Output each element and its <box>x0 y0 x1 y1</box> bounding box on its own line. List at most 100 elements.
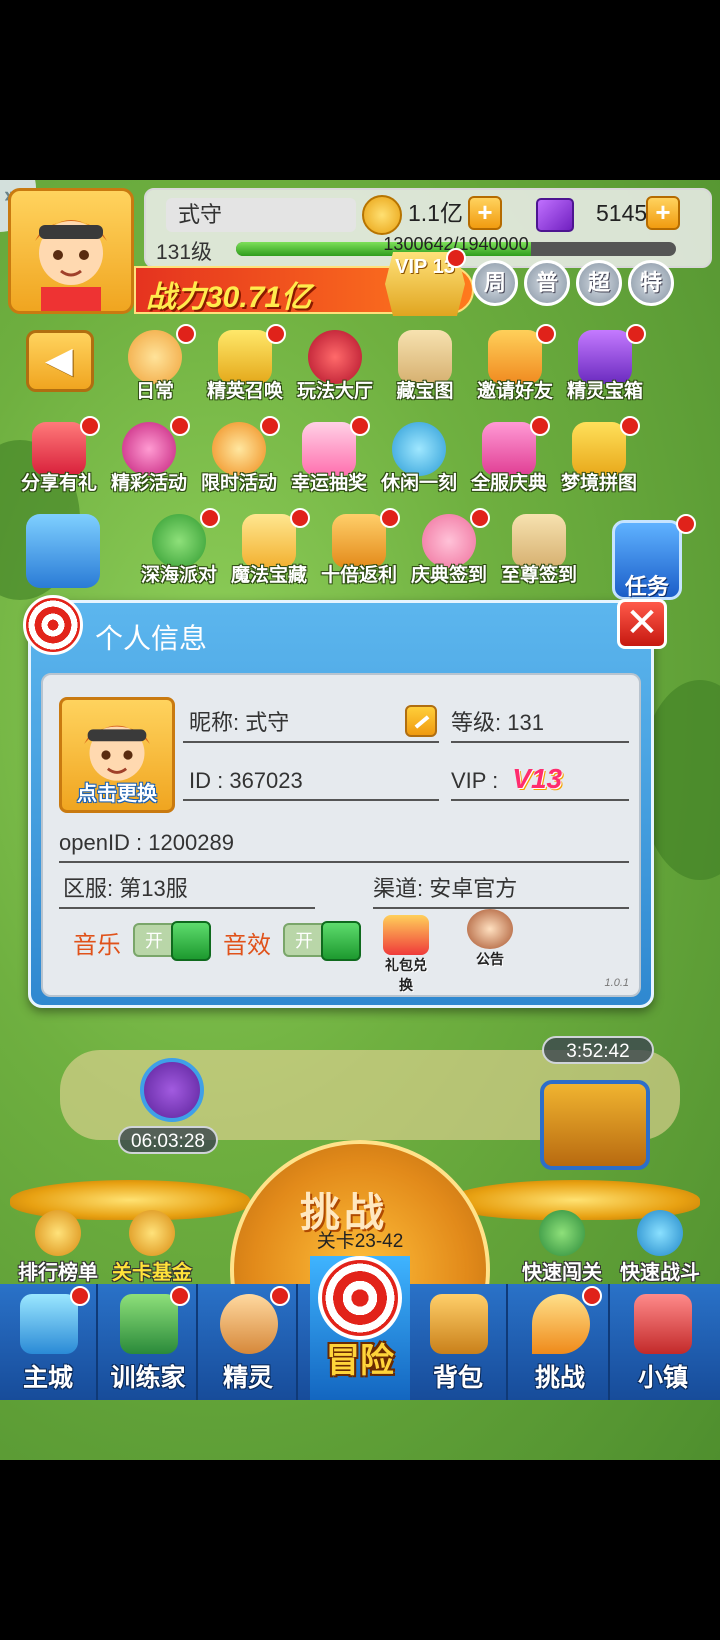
notification-dot <box>350 416 370 436</box>
music-toggle[interactable]: 开 <box>133 921 211 961</box>
notification-dot <box>70 1286 90 1306</box>
activity-dream-puzzle[interactable]: 梦境拼图 <box>554 416 644 502</box>
gift-icon <box>383 915 429 955</box>
activity-treasure-map[interactable]: 藏宝图 <box>380 330 470 410</box>
notification-dot <box>176 324 196 344</box>
coin-amount: 1.1亿 <box>408 200 463 226</box>
id-row: ID : 367023 <box>183 763 439 801</box>
activity-share-gift[interactable]: 分享有礼 <box>14 416 104 502</box>
nav-challenge[interactable]: 挑战 <box>512 1284 610 1400</box>
activity-invite-friends[interactable]: 邀请好友 <box>470 324 560 410</box>
fast-battle-button[interactable]: 快速战斗 <box>612 1210 708 1284</box>
notification-dot <box>80 416 100 436</box>
task-label: 任务 <box>624 574 669 599</box>
change-avatar-button[interactable]: 点击更换 <box>59 697 175 813</box>
activity-deep-sea-party[interactable]: 深海派对 <box>134 508 224 594</box>
alarm-clock-icon[interactable] <box>140 1058 204 1122</box>
activity-daily[interactable]: 日常 <box>110 324 200 410</box>
nav-adventure[interactable]: 冒险 <box>310 1256 410 1400</box>
player-level: 131级 <box>156 241 213 264</box>
edit-name-icon[interactable] <box>405 705 437 737</box>
notification-dot <box>530 416 550 436</box>
activity-first-charge[interactable] <box>18 514 108 594</box>
weekly-button[interactable]: 周 <box>472 260 518 306</box>
activity-supreme-signin[interactable]: 至尊签到 <box>494 514 584 594</box>
activity-leisure[interactable]: 休闲一刻 <box>374 422 464 502</box>
collapse-menu-button[interactable]: ◀ <box>26 330 94 392</box>
id-text: ID : 367023 <box>189 768 303 793</box>
info-panel: 点击更换 昵称: 式守 等级: 131 ID : 367023 VIP : V13… <box>41 673 641 997</box>
coin-icon <box>362 195 402 235</box>
nav-bag[interactable]: 背包 <box>410 1284 508 1400</box>
notification-dot <box>676 514 696 534</box>
vip-row: VIP : V13 <box>451 763 629 801</box>
nav-spirit[interactable]: 精灵 <box>200 1284 298 1400</box>
power-value: 战力30.71亿 <box>146 281 312 314</box>
activity-celebration-signin[interactable]: 庆典签到 <box>404 508 494 594</box>
notification-dot <box>536 324 556 344</box>
activity-limited-time[interactable]: 限时活动 <box>194 416 284 502</box>
server-row: 区服: 第13服 <box>59 871 315 909</box>
activity-tenfold-rebate[interactable]: 十倍返利 <box>314 508 404 594</box>
add-gems-button[interactable]: + <box>646 196 680 230</box>
activity-server-celebration[interactable]: 全服庆典 <box>464 416 554 502</box>
map-pin-icon <box>532 1294 590 1354</box>
stage-fund-button[interactable]: 关卡基金 <box>104 1210 200 1284</box>
normal-button[interactable]: 普 <box>524 260 570 306</box>
nav-main-city[interactable]: 主城 <box>0 1284 98 1400</box>
treasure-chest-icon[interactable] <box>540 1080 650 1170</box>
lightning-icon <box>637 1210 683 1256</box>
personal-info-dialog: 个人信息 ✕ 点击更换 昵称: 式守 等级: 131 ID: 367023 V… <box>23 595 667 1008</box>
left-timer: 06:03:28 <box>118 1126 218 1154</box>
channel-row: 渠道: 安卓官方 <box>373 871 629 909</box>
gift-redeem-label: 礼包兑换 <box>385 957 427 993</box>
notification-dot <box>170 416 190 436</box>
nickname-row: 昵称: 式守 <box>183 705 439 743</box>
special-button[interactable]: 特 <box>628 260 674 306</box>
activity-magic-treasure[interactable]: 魔法宝藏 <box>224 508 314 594</box>
openid-text: openID : 1200289 <box>59 830 234 855</box>
game-screen: » 式守 1.1亿 + 51451 + 131级 1300642/1940000… <box>0 180 720 1460</box>
nav-label: 背包 <box>432 1364 483 1392</box>
notice-button[interactable]: 公告 <box>465 909 515 969</box>
version-text: 1.0.1 <box>604 977 629 989</box>
nav-trainer[interactable]: 训练家 <box>100 1284 198 1400</box>
nav-label: 主城 <box>22 1364 73 1392</box>
player-name: 式守 <box>166 198 356 232</box>
notification-dot <box>290 508 310 528</box>
toggle-on-label: 开 <box>295 931 313 951</box>
close-button[interactable]: ✕ <box>617 599 667 649</box>
notification-dot <box>470 508 490 528</box>
left-arrow-icon: ◀ <box>45 339 73 380</box>
player-avatar[interactable] <box>8 188 134 314</box>
task-button[interactable]: 任务 <box>612 520 682 600</box>
toggle-knob <box>321 921 361 961</box>
activity-label: 精灵宝箱 <box>566 381 643 402</box>
castle-icon <box>20 1294 78 1354</box>
spirit-icon <box>220 1294 278 1354</box>
activity-lucky-draw[interactable]: 幸运抽奖 <box>284 416 374 502</box>
notification-dot <box>380 508 400 528</box>
notification-dot <box>270 1286 290 1306</box>
activity-elite-summon[interactable]: 精英召唤 <box>200 324 290 410</box>
notification-dot <box>200 508 220 528</box>
backpack-icon <box>430 1294 488 1354</box>
notification-dot <box>170 1286 190 1306</box>
sound-toggle[interactable]: 开 <box>283 921 361 961</box>
activity-play-hall[interactable]: 玩法大厅 <box>290 330 380 410</box>
channel-text: 渠道: 安卓官方 <box>373 876 518 901</box>
nav-label: 精灵 <box>222 1364 273 1392</box>
activity-spirit-chest[interactable]: 精灵宝箱 <box>560 324 650 410</box>
super-button[interactable]: 超 <box>576 260 622 306</box>
building-icon <box>634 1294 692 1354</box>
fast-pass-label: 快速闯关 <box>522 1262 602 1284</box>
activity-events[interactable]: 精彩活动 <box>104 416 194 502</box>
gift-box-icon <box>26 514 100 588</box>
gem-icon <box>536 198 574 232</box>
gift-redeem-button[interactable]: 礼包兑换 <box>381 915 431 993</box>
leaderboard-button[interactable]: 排行榜单 <box>10 1210 106 1284</box>
nav-town[interactable]: 小镇 <box>614 1284 712 1400</box>
level-text: 等级: 131 <box>451 710 544 735</box>
add-coins-button[interactable]: + <box>468 196 502 230</box>
fast-pass-button[interactable]: 快速闯关 <box>514 1210 610 1284</box>
